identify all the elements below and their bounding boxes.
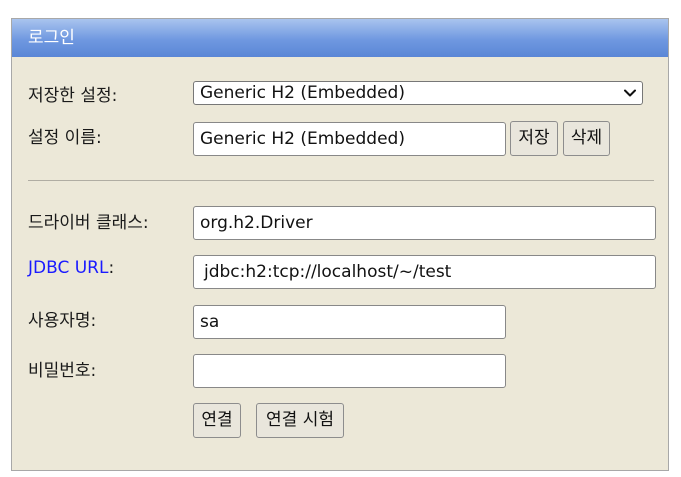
setting-name-input[interactable]: Generic H2 (Embedded) [193,122,506,156]
delete-setting-button[interactable]: 삭제 [563,121,610,156]
saved-settings-select[interactable]: Generic H2 (Embedded) [193,81,643,105]
login-panel: 로그인 저장한 설정: Generic H2 (Embedded) 설정 이름:… [11,18,669,471]
setting-name-label: 설정 이름: [28,128,102,148]
username-label: 사용자명: [28,311,97,331]
panel-title: 로그인 [12,19,668,57]
driver-class-label: 드라이버 클래스: [28,213,149,233]
password-input[interactable] [193,354,506,388]
chevron-down-icon [624,89,636,97]
saved-settings-selected: Generic H2 (Embedded) [200,83,405,103]
jdbc-url-input[interactable]: jdbc:h2:tcp://localhost/~/test [193,255,656,289]
section-divider [28,180,654,181]
jdbc-url-label-suffix: : [108,258,115,278]
test-connection-button[interactable]: 연결 시험 [256,403,344,438]
saved-settings-label: 저장한 설정: [28,86,118,106]
driver-class-input[interactable]: org.h2.Driver [193,206,656,240]
username-input[interactable]: sa [193,305,506,339]
jdbc-url-help-link[interactable]: JDBC URL [28,258,108,278]
jdbc-url-label: JDBC URL: [28,258,114,278]
connect-button[interactable]: 연결 [193,403,241,438]
password-label: 비밀번호: [28,361,97,381]
save-setting-button[interactable]: 저장 [510,121,558,156]
